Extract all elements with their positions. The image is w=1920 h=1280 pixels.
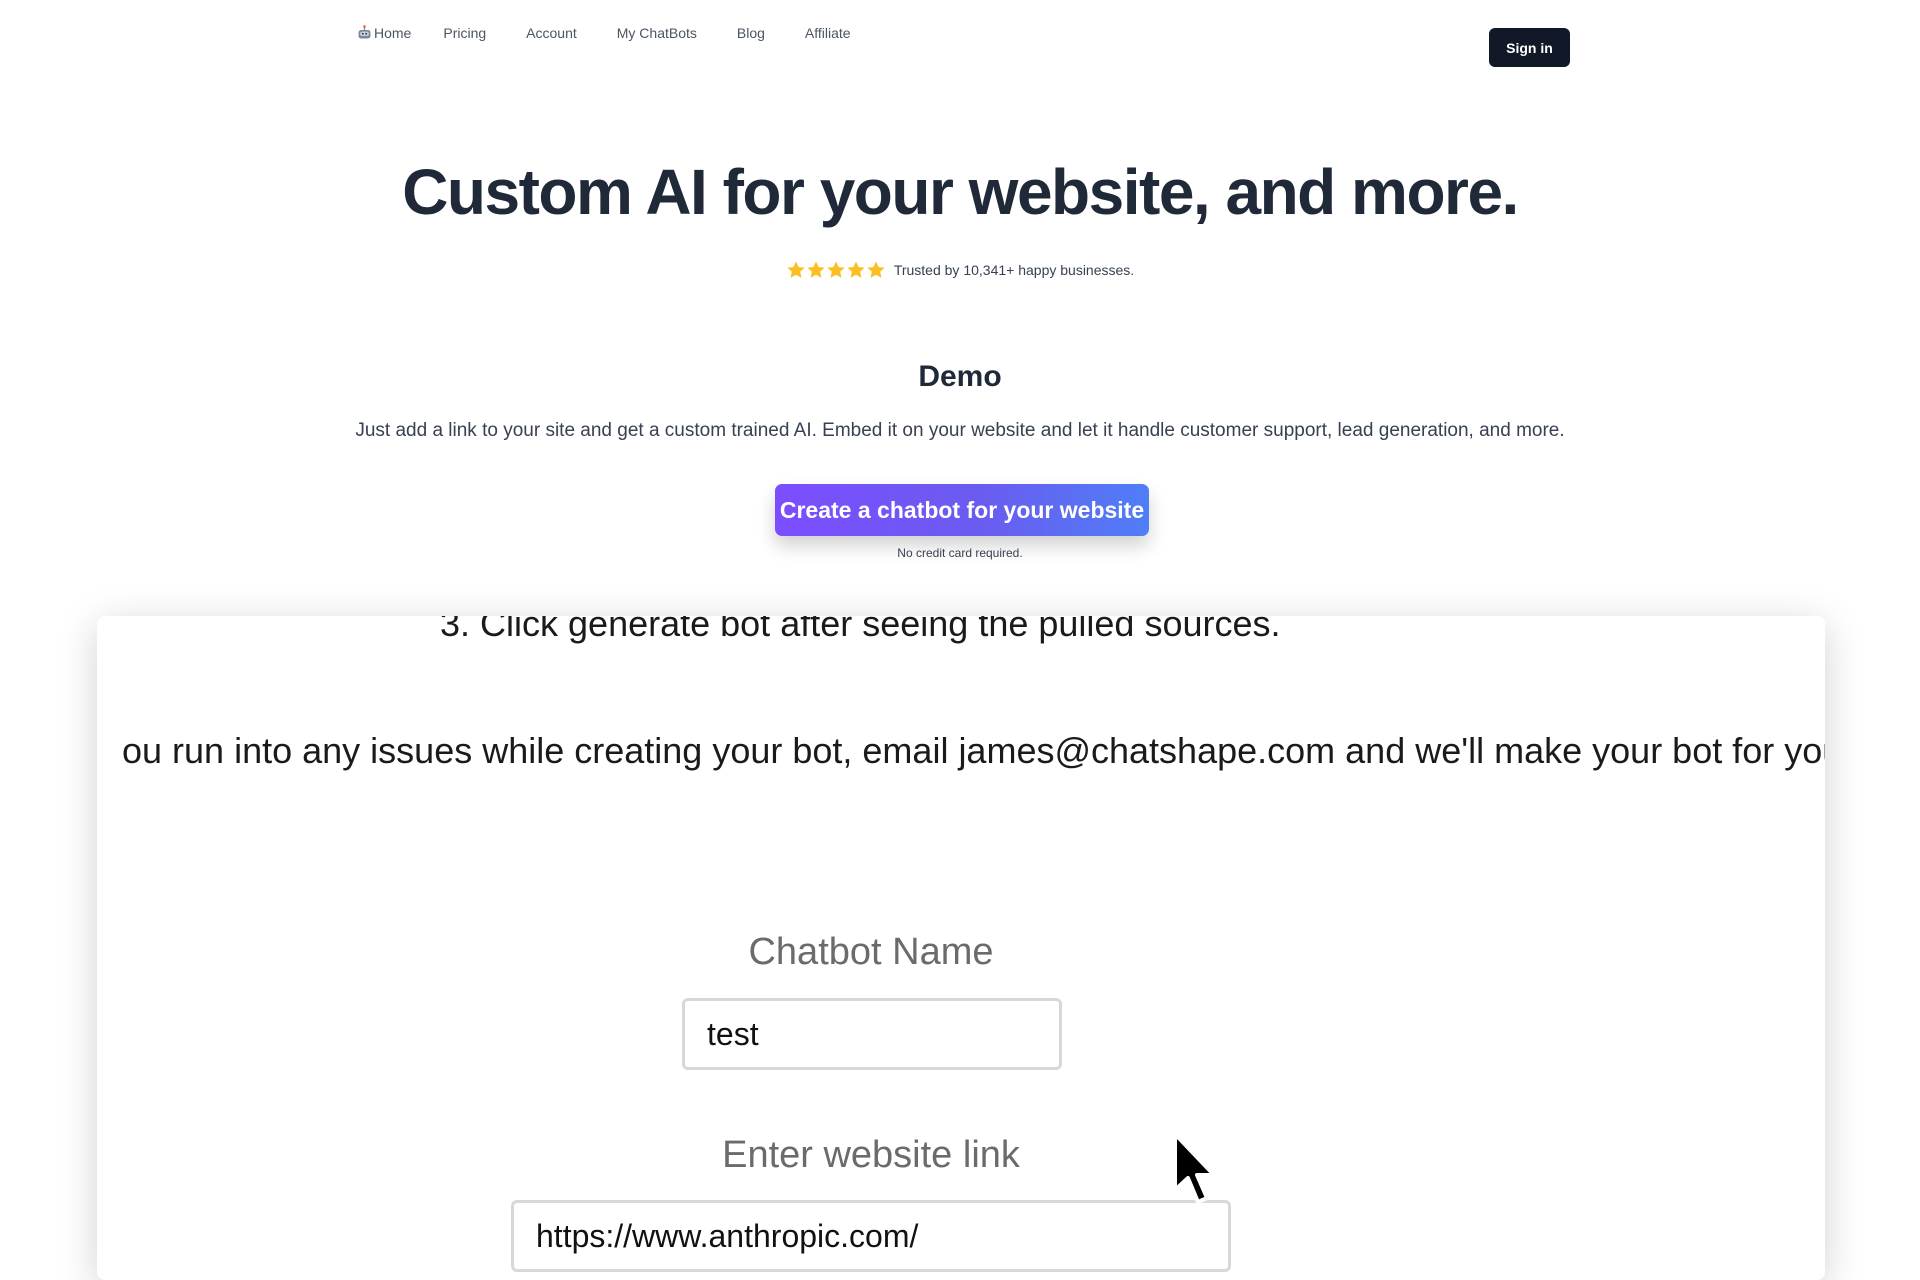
robot-icon bbox=[358, 25, 371, 39]
create-chatbot-button[interactable]: Create a chatbot for your website bbox=[775, 484, 1149, 536]
nav-item-home-label: Home bbox=[374, 24, 412, 41]
video-step-text: 3. Click generate bot after seeing the p… bbox=[440, 616, 1281, 644]
mouse-cursor-icon bbox=[1173, 1132, 1216, 1204]
nav-item-account[interactable]: Account bbox=[526, 25, 577, 41]
star-icon bbox=[787, 261, 805, 278]
hero-title: Custom AI for your website, and more. bbox=[402, 156, 1519, 228]
video-website-link-label: Enter website link bbox=[722, 1134, 1020, 1176]
video-chatbot-name-input: test bbox=[682, 998, 1062, 1070]
nav-item-blog[interactable]: Blog bbox=[737, 25, 765, 41]
star-icon bbox=[847, 261, 865, 278]
demo-description: Just add a link to your site and get a c… bbox=[355, 420, 1565, 441]
rating: Trusted by 10,341+ happy businesses. bbox=[0, 260, 1920, 280]
video-chatbot-name-label: Chatbot Name bbox=[748, 931, 994, 973]
video-website-link-input: https://www.anthropic.com/ bbox=[511, 1200, 1231, 1272]
demo-video[interactable]: 3. Click generate bot after seeing the p… bbox=[97, 616, 1825, 1280]
demo-title: Demo bbox=[918, 360, 1002, 393]
nav-item-home[interactable]: Home bbox=[356, 24, 411, 41]
top-nav: Home Pricing Account My ChatBots Blog Af… bbox=[0, 0, 1920, 80]
rating-text: Trusted by 10,341+ happy businesses. bbox=[893, 262, 1135, 278]
sign-in-button[interactable]: Sign in bbox=[1489, 28, 1570, 67]
nav-item-affiliate[interactable]: Affiliate bbox=[805, 25, 851, 41]
star-icon bbox=[867, 261, 885, 278]
video-issue-text: ou run into any issues while creating yo… bbox=[122, 730, 1825, 771]
nav-item-my-chatbots[interactable]: My ChatBots bbox=[617, 25, 697, 41]
nav-links: Home Pricing Account My ChatBots Blog Af… bbox=[356, 24, 891, 41]
cta-note: No credit card required. bbox=[897, 546, 1023, 560]
star-icon bbox=[807, 261, 825, 278]
star-icon bbox=[827, 261, 845, 278]
rating-stars bbox=[786, 260, 886, 280]
nav-item-pricing[interactable]: Pricing bbox=[443, 25, 486, 41]
